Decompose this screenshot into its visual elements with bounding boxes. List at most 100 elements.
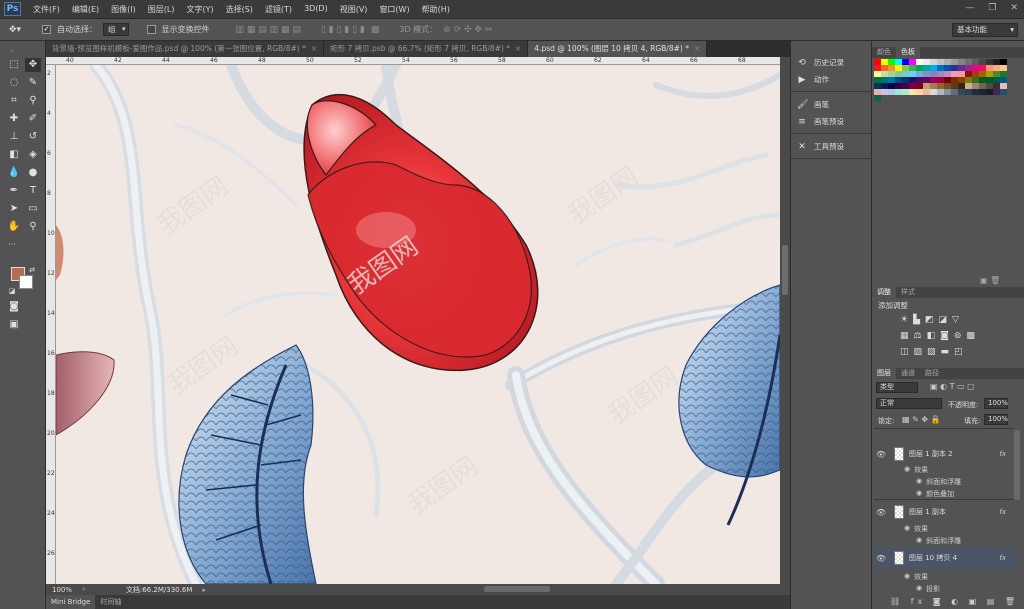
menu-item[interactable]: 图层(L)	[142, 4, 181, 15]
pen-tool-icon[interactable]: ✒	[6, 184, 22, 198]
menu-item[interactable]: 选择(S)	[220, 4, 259, 15]
quick-select-tool-icon[interactable]: ✎	[25, 76, 41, 90]
threshold-icon[interactable]: ▧	[927, 347, 936, 357]
color-swatch[interactable]	[972, 89, 979, 95]
close-tab-icon[interactable]: ×	[515, 41, 521, 57]
close-tab-icon[interactable]: ×	[311, 41, 317, 57]
minimize-icon[interactable]: —	[965, 3, 974, 13]
eye-icon[interactable]: 👁	[874, 554, 888, 563]
color-swatch[interactable]	[888, 89, 895, 95]
exposure-icon[interactable]: ◪	[939, 315, 948, 325]
status-menu-icon[interactable]: ▸	[202, 586, 206, 594]
fx-icon[interactable]: fx	[999, 554, 1006, 562]
fx-icon[interactable]: fx	[999, 450, 1006, 458]
layer-filter-icons[interactable]: ▣ ◐ T ▭ ▢	[930, 382, 975, 391]
color-swatch[interactable]	[944, 89, 951, 95]
layer-row-selected[interactable]: 👁 图层 10 拷贝 4 fx	[874, 547, 1018, 569]
doc-tab[interactable]: 背景墙-预览图样机模板-爱图作品.psd @ 100% (第一张图位置, RGB…	[46, 41, 325, 57]
layer-row[interactable]: 👁 图层 1 副本 fx	[874, 503, 1018, 521]
layer-effect-item[interactable]: ◉ 斜面和浮雕	[916, 536, 961, 546]
zoom-tool-icon[interactable]: ⚲	[25, 220, 41, 234]
auto-select-dropdown[interactable]: 组	[103, 23, 129, 36]
tab-paths[interactable]: 路径	[920, 368, 944, 379]
eye-icon[interactable]: ◉	[904, 524, 910, 534]
doc-tab-active[interactable]: 4.psd @ 100% (图层 10 拷贝 4, RGB/8#) * ×	[528, 41, 708, 57]
mode-3d-buttons[interactable]: ⊛ ⟳ ✣ ✥ ⇔	[443, 25, 492, 35]
menu-item[interactable]: 滤镜(T)	[259, 4, 298, 15]
layer-effects-row[interactable]: ◉ 效果	[904, 572, 928, 582]
color-swatch[interactable]	[902, 89, 909, 95]
color-swatch[interactable]	[965, 89, 972, 95]
restore-icon[interactable]: ❐	[988, 3, 996, 13]
panel-brush[interactable]: 🖌 画笔	[797, 99, 829, 110]
align-buttons[interactable]: ▥ ▦ ▤ ▥ ▦ ▤	[236, 25, 301, 35]
tab-channels[interactable]: 通道	[896, 368, 920, 379]
color-swatch[interactable]	[993, 89, 1000, 95]
zoom-level[interactable]: 100%	[52, 586, 72, 594]
new-swatch-icon[interactable]: ▣ 🗑	[980, 276, 1000, 285]
layer-row[interactable]: 👁 图层 1 副本 2 fx	[874, 445, 1018, 463]
menu-item[interactable]: 窗口(W)	[373, 4, 415, 15]
brightness-icon[interactable]: ☀	[900, 315, 908, 325]
opacity-input[interactable]: 100%	[984, 398, 1008, 409]
menu-item[interactable]: 3D(D)	[298, 4, 334, 15]
hue-icon[interactable]: ▦	[900, 331, 909, 341]
color-swatch[interactable]	[951, 89, 958, 95]
distribute-buttons[interactable]: ▯ ▮ ▯ ▮ ▯ ▮	[321, 25, 365, 35]
bw-icon[interactable]: ◧	[927, 331, 936, 341]
show-transform-checkbox[interactable]	[146, 25, 156, 34]
color-swatch[interactable]	[937, 89, 944, 95]
eye-icon[interactable]: ◉	[904, 572, 910, 582]
path-select-icon[interactable]: ➤	[6, 202, 22, 216]
menu-item[interactable]: 图像(I)	[105, 4, 142, 15]
color-swatch[interactable]	[986, 89, 993, 95]
color-swatch[interactable]	[1000, 89, 1007, 95]
selective-color-icon[interactable]: ◰	[954, 347, 963, 357]
eye-icon[interactable]: ◉	[916, 477, 922, 487]
paint-bucket-icon[interactable]: ◈	[25, 148, 41, 162]
panel-history[interactable]: ⟲ 历史记录	[797, 57, 844, 68]
close-icon[interactable]: ✕	[1010, 3, 1018, 13]
tab-mini-bridge[interactable]: Mini Bridge	[46, 595, 96, 609]
auto-select-checkbox[interactable]: ✓	[42, 25, 51, 34]
layer-kind-filter[interactable]: 类型	[876, 382, 918, 393]
layer-effect-item[interactable]: ◉ 颜色叠加	[916, 489, 954, 499]
color-swatch[interactable]	[958, 89, 965, 95]
eye-icon[interactable]: 👁	[874, 450, 888, 459]
tab-adjustments[interactable]: 调整	[872, 287, 896, 298]
eye-icon[interactable]: ◉	[916, 489, 922, 499]
vertical-scroll-thumb[interactable]	[782, 245, 788, 295]
collapse-toolbox-icon[interactable]: »	[4, 44, 20, 58]
tab-color[interactable]: 颜色	[872, 47, 896, 58]
screen-mode-icon[interactable]: ▣	[6, 318, 22, 332]
layer-effects-row[interactable]: ◉ 效果	[904, 524, 928, 534]
color-balance-icon[interactable]: ⚖	[914, 331, 922, 341]
marquee-tool-icon[interactable]: ⬚	[6, 58, 22, 72]
layers-scroll-thumb[interactable]	[1014, 430, 1020, 500]
more-tools-icon[interactable]: ···	[4, 238, 20, 252]
status-info-icon[interactable]: ⌕	[82, 585, 86, 594]
tab-timeline[interactable]: 时间轴	[95, 595, 126, 609]
hand-tool-icon[interactable]: ✋	[6, 220, 22, 234]
doc-tab[interactable]: 矩形 7 拷贝.psb @ 66.7% (矩形 7 拷贝, RGB/8#) * ×	[324, 41, 529, 57]
auto-align-button[interactable]: ▩	[371, 25, 380, 35]
menu-item[interactable]: 视图(V)	[334, 4, 374, 15]
background-color-swatch[interactable]	[19, 275, 33, 289]
close-tab-icon[interactable]: ×	[694, 41, 700, 57]
curves-icon[interactable]: ◩	[925, 315, 934, 325]
panel-actions[interactable]: ▶ 动作	[797, 74, 829, 85]
menu-item[interactable]: 编辑(E)	[66, 4, 105, 15]
blur-tool-icon[interactable]: 💧	[6, 166, 22, 180]
menu-item[interactable]: 文字(Y)	[180, 4, 219, 15]
history-brush-icon[interactable]: ↺	[25, 130, 41, 144]
color-lookup-icon[interactable]: ▩	[966, 331, 975, 341]
layer-effect-item[interactable]: ◉ 投影	[916, 584, 940, 594]
swap-colors-icon[interactable]: ⇄	[24, 263, 40, 277]
move-tool-icon[interactable]: ✥▾	[8, 24, 22, 36]
quick-mask-icon[interactable]: ◙	[6, 300, 22, 314]
blend-mode-dropdown[interactable]: 正常	[876, 398, 942, 409]
panel-brush-presets[interactable]: ≡ 画笔预设	[797, 116, 844, 127]
panel-tool-presets[interactable]: ✕ 工具预设	[797, 141, 844, 152]
color-swatch[interactable]	[979, 89, 986, 95]
horizontal-scroll-thumb[interactable]	[484, 586, 550, 592]
